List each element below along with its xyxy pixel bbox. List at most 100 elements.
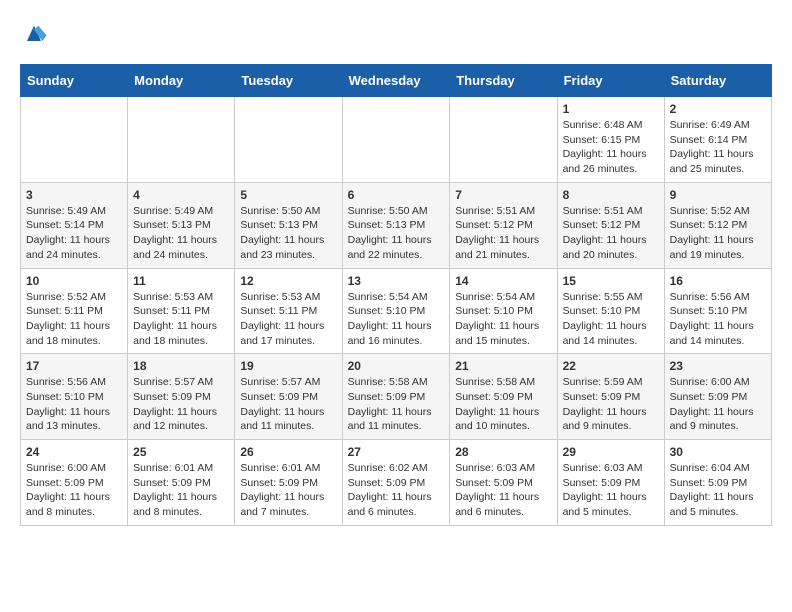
calendar-cell: 17 Sunrise: 5:56 AM Sunset: 5:10 PM Dayli…	[21, 354, 128, 440]
calendar-cell: 30Sunrise: 6:04 AM Sunset: 5:09 PM Dayli…	[664, 440, 771, 526]
calendar-cell: 27 Sunrise: 6:02 AM Sunset: 5:09 PM Dayli…	[342, 440, 450, 526]
day-number: 26	[240, 445, 336, 459]
calendar-cell: 18 Sunrise: 5:57 AM Sunset: 5:09 PM Dayli…	[128, 354, 235, 440]
calendar-cell: 4 Sunrise: 5:49 AM Sunset: 5:13 PM Daylig…	[128, 182, 235, 268]
day-number: 20	[348, 359, 445, 373]
logo	[20, 20, 52, 48]
calendar-cell: 25 Sunrise: 6:01 AM Sunset: 5:09 PM Dayli…	[128, 440, 235, 526]
day-number: 1	[563, 102, 659, 116]
calendar-cell: 28 Sunrise: 6:03 AM Sunset: 5:09 PM Dayli…	[450, 440, 557, 526]
calendar-day-header: Tuesday	[235, 65, 342, 97]
calendar-cell: 29 Sunrise: 6:03 AM Sunset: 5:09 PM Dayli…	[557, 440, 664, 526]
day-number: 10	[26, 274, 122, 288]
day-info: Sunrise: 5:57 AM Sunset: 5:09 PM Dayligh…	[133, 375, 229, 434]
calendar-cell	[128, 97, 235, 183]
day-info: Sunrise: 5:56 AM Sunset: 5:10 PM Dayligh…	[26, 375, 122, 434]
day-number: 27	[348, 445, 445, 459]
calendar-cell: 13 Sunrise: 5:54 AM Sunset: 5:10 PM Dayli…	[342, 268, 450, 354]
day-info: Sunrise: 6:03 AM Sunset: 5:09 PM Dayligh…	[455, 461, 551, 520]
day-number: 4	[133, 188, 229, 202]
calendar-cell: 5Sunrise: 5:50 AM Sunset: 5:13 PM Daylig…	[235, 182, 342, 268]
logo-icon	[20, 20, 48, 48]
day-info: Sunrise: 5:57 AM Sunset: 5:09 PM Dayligh…	[240, 375, 336, 434]
calendar-cell: 21 Sunrise: 5:58 AM Sunset: 5:09 PM Dayli…	[450, 354, 557, 440]
calendar-header-row: SundayMondayTuesdayWednesdayThursdayFrid…	[21, 65, 772, 97]
day-number: 14	[455, 274, 551, 288]
calendar-cell: 26 Sunrise: 6:01 AM Sunset: 5:09 PM Dayli…	[235, 440, 342, 526]
calendar-cell: 19 Sunrise: 5:57 AM Sunset: 5:09 PM Dayli…	[235, 354, 342, 440]
day-number: 9	[670, 188, 766, 202]
calendar-week-row: 3 Sunrise: 5:49 AM Sunset: 5:14 PM Daylig…	[21, 182, 772, 268]
day-number: 17	[26, 359, 122, 373]
calendar-cell: 24 Sunrise: 6:00 AM Sunset: 5:09 PM Dayli…	[21, 440, 128, 526]
day-info: Sunrise: 5:49 AM Sunset: 5:13 PM Dayligh…	[133, 204, 229, 263]
calendar-week-row: 10 Sunrise: 5:52 AM Sunset: 5:11 PM Dayli…	[21, 268, 772, 354]
day-info: Sunrise: 5:50 AM Sunset: 5:13 PM Dayligh…	[240, 204, 336, 263]
calendar-cell: 3 Sunrise: 5:49 AM Sunset: 5:14 PM Daylig…	[21, 182, 128, 268]
day-number: 23	[670, 359, 766, 373]
day-number: 12	[240, 274, 336, 288]
day-info: Sunrise: 6:03 AM Sunset: 5:09 PM Dayligh…	[563, 461, 659, 520]
calendar-week-row: 17 Sunrise: 5:56 AM Sunset: 5:10 PM Dayli…	[21, 354, 772, 440]
calendar-cell: 2Sunrise: 6:49 AM Sunset: 6:14 PM Daylig…	[664, 97, 771, 183]
day-number: 13	[348, 274, 445, 288]
day-number: 8	[563, 188, 659, 202]
day-number: 25	[133, 445, 229, 459]
calendar-week-row: 1 Sunrise: 6:48 AM Sunset: 6:15 PM Daylig…	[21, 97, 772, 183]
day-info: Sunrise: 6:49 AM Sunset: 6:14 PM Dayligh…	[670, 118, 766, 177]
day-info: Sunrise: 6:00 AM Sunset: 5:09 PM Dayligh…	[670, 375, 766, 434]
calendar-cell: 7Sunrise: 5:51 AM Sunset: 5:12 PM Daylig…	[450, 182, 557, 268]
day-info: Sunrise: 6:01 AM Sunset: 5:09 PM Dayligh…	[240, 461, 336, 520]
day-info: Sunrise: 6:04 AM Sunset: 5:09 PM Dayligh…	[670, 461, 766, 520]
calendar-cell	[450, 97, 557, 183]
day-info: Sunrise: 5:50 AM Sunset: 5:13 PM Dayligh…	[348, 204, 445, 263]
calendar-cell: 14 Sunrise: 5:54 AM Sunset: 5:10 PM Dayli…	[450, 268, 557, 354]
day-number: 7	[455, 188, 551, 202]
calendar-day-header: Saturday	[664, 65, 771, 97]
calendar-cell: 9 Sunrise: 5:52 AM Sunset: 5:12 PM Daylig…	[664, 182, 771, 268]
calendar-cell: 8Sunrise: 5:51 AM Sunset: 5:12 PM Daylig…	[557, 182, 664, 268]
calendar-cell	[235, 97, 342, 183]
calendar-table: SundayMondayTuesdayWednesdayThursdayFrid…	[20, 64, 772, 526]
calendar-cell	[21, 97, 128, 183]
day-number: 16	[670, 274, 766, 288]
day-info: Sunrise: 6:48 AM Sunset: 6:15 PM Dayligh…	[563, 118, 659, 177]
day-info: Sunrise: 6:02 AM Sunset: 5:09 PM Dayligh…	[348, 461, 445, 520]
calendar-cell: 23 Sunrise: 6:00 AM Sunset: 5:09 PM Dayli…	[664, 354, 771, 440]
calendar-week-row: 24 Sunrise: 6:00 AM Sunset: 5:09 PM Dayli…	[21, 440, 772, 526]
day-info: Sunrise: 6:01 AM Sunset: 5:09 PM Dayligh…	[133, 461, 229, 520]
day-info: Sunrise: 5:52 AM Sunset: 5:11 PM Dayligh…	[26, 290, 122, 349]
day-info: Sunrise: 6:00 AM Sunset: 5:09 PM Dayligh…	[26, 461, 122, 520]
day-number: 28	[455, 445, 551, 459]
day-info: Sunrise: 5:56 AM Sunset: 5:10 PM Dayligh…	[670, 290, 766, 349]
calendar-cell: 6 Sunrise: 5:50 AM Sunset: 5:13 PM Daylig…	[342, 182, 450, 268]
day-number: 24	[26, 445, 122, 459]
calendar-cell: 22Sunrise: 5:59 AM Sunset: 5:09 PM Dayli…	[557, 354, 664, 440]
day-info: Sunrise: 5:58 AM Sunset: 5:09 PM Dayligh…	[348, 375, 445, 434]
day-info: Sunrise: 5:58 AM Sunset: 5:09 PM Dayligh…	[455, 375, 551, 434]
day-info: Sunrise: 5:52 AM Sunset: 5:12 PM Dayligh…	[670, 204, 766, 263]
day-number: 11	[133, 274, 229, 288]
day-number: 18	[133, 359, 229, 373]
day-number: 15	[563, 274, 659, 288]
calendar-cell: 20 Sunrise: 5:58 AM Sunset: 5:09 PM Dayli…	[342, 354, 450, 440]
calendar-cell: 16 Sunrise: 5:56 AM Sunset: 5:10 PM Dayli…	[664, 268, 771, 354]
day-number: 6	[348, 188, 445, 202]
day-number: 3	[26, 188, 122, 202]
calendar-day-header: Monday	[128, 65, 235, 97]
calendar-day-header: Wednesday	[342, 65, 450, 97]
calendar-day-header: Friday	[557, 65, 664, 97]
day-number: 21	[455, 359, 551, 373]
page-header	[20, 20, 772, 48]
day-number: 29	[563, 445, 659, 459]
day-info: Sunrise: 5:49 AM Sunset: 5:14 PM Dayligh…	[26, 204, 122, 263]
day-number: 19	[240, 359, 336, 373]
day-number: 22	[563, 359, 659, 373]
day-info: Sunrise: 5:54 AM Sunset: 5:10 PM Dayligh…	[348, 290, 445, 349]
day-info: Sunrise: 5:53 AM Sunset: 5:11 PM Dayligh…	[133, 290, 229, 349]
calendar-day-header: Sunday	[21, 65, 128, 97]
day-info: Sunrise: 5:54 AM Sunset: 5:10 PM Dayligh…	[455, 290, 551, 349]
calendar-cell: 10 Sunrise: 5:52 AM Sunset: 5:11 PM Dayli…	[21, 268, 128, 354]
day-info: Sunrise: 5:53 AM Sunset: 5:11 PM Dayligh…	[240, 290, 336, 349]
calendar-day-header: Thursday	[450, 65, 557, 97]
